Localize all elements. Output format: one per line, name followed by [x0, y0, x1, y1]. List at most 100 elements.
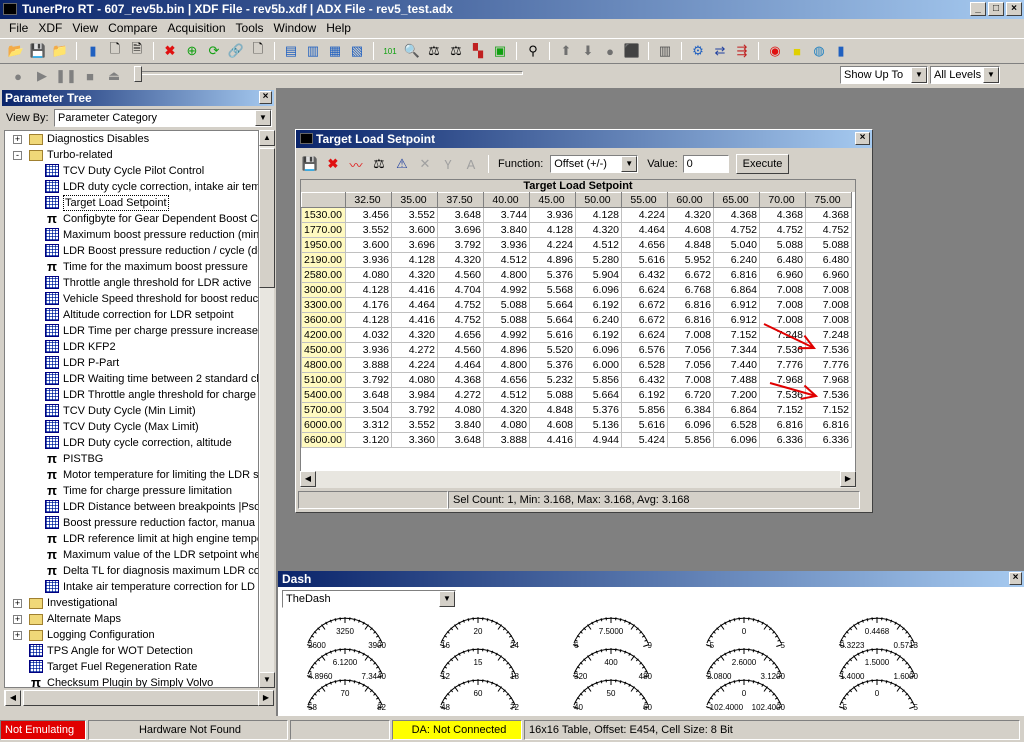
table-cell[interactable]: 4.608 [667, 222, 714, 238]
table-cell[interactable]: 3.888 [483, 432, 530, 448]
probe-icon[interactable]: ⚲ [523, 41, 543, 61]
tree-item[interactable]: LDR Distance between breakpoints |Pso [5, 499, 258, 515]
table-cell[interactable]: 5.856 [667, 432, 714, 448]
table-cell[interactable]: 6.960 [759, 267, 806, 283]
add-icon[interactable]: ⊕ [182, 41, 202, 61]
tree-item[interactable]: TCV Duty Cycle Pilot Control [5, 163, 258, 179]
menu-help[interactable]: Help [321, 21, 356, 35]
table-cell[interactable]: 6.816 [713, 267, 760, 283]
menu-tools[interactable]: Tools [231, 21, 269, 35]
table-cell[interactable]: 5.280 [575, 252, 622, 268]
table-cell[interactable]: 3.552 [391, 417, 438, 433]
tree-item[interactable]: LDR Time per charge pressure increase l [5, 323, 258, 339]
row-header[interactable]: 4500.00 [301, 342, 346, 358]
tree-item[interactable]: LDR KFP2 [5, 339, 258, 355]
scroll-left-icon[interactable]: ◀ [5, 690, 21, 706]
restore-button[interactable]: □ [988, 2, 1004, 16]
minimize-button[interactable]: _ [970, 2, 986, 16]
tree-item[interactable]: TCV Duty Cycle (Min Limit) [5, 403, 258, 419]
table-cell[interactable]: 5.232 [529, 372, 576, 388]
table-cell[interactable]: 3.456 [345, 207, 392, 223]
table-cell[interactable]: 4.080 [437, 402, 484, 418]
tree-item[interactable]: π LDR reference limit at high engine temp… [5, 531, 258, 547]
chevron-down-icon[interactable]: ▼ [621, 156, 638, 172]
table-cell[interactable]: 4.224 [621, 207, 668, 223]
row-header[interactable]: 5700.00 [301, 402, 346, 418]
tree-item[interactable]: Intake air temperature correction for LD [5, 579, 258, 595]
menu-acquisition[interactable]: Acquisition [163, 21, 231, 35]
table-cell[interactable]: 4.896 [529, 252, 576, 268]
tree-item[interactable]: LDR Boost pressure reduction / cycle (de [5, 243, 258, 259]
record-icon[interactable]: ● [8, 66, 28, 86]
tree-item[interactable]: π Delta TL for diagnosis maximum LDR con [5, 563, 258, 579]
table-cell[interactable]: 6.816 [759, 417, 806, 433]
gauge-icon[interactable]: ◉ [765, 41, 785, 61]
tree-item[interactable]: Maximum boost pressure reduction (min [5, 227, 258, 243]
table-cell[interactable]: 6.672 [667, 267, 714, 283]
table-cell[interactable]: 4.416 [529, 432, 576, 448]
eject-icon[interactable]: ⏏ [104, 66, 124, 86]
table-cell[interactable]: 5.568 [529, 282, 576, 298]
table-cell[interactable]: 3.936 [483, 237, 530, 253]
table-cell[interactable]: 5.376 [529, 267, 576, 283]
column-header[interactable]: 65.00 [713, 192, 760, 208]
note-icon[interactable]: ■ [787, 41, 807, 61]
compare-scale-icon[interactable]: ⚖ [369, 154, 389, 174]
table-view-icon[interactable]: ▤ [281, 41, 301, 61]
dash-select[interactable]: TheDash ▼ [282, 590, 456, 608]
table-cell[interactable]: 4.464 [621, 222, 668, 238]
bar-chart-icon[interactable]: ▮ [831, 41, 851, 61]
tree-item[interactable]: + Diagnostics Disables [5, 131, 258, 147]
table-cell[interactable]: 3.792 [437, 237, 484, 253]
tree-item[interactable]: + Investigational [5, 595, 258, 611]
table-cell[interactable]: 6.624 [621, 327, 668, 343]
table-cell[interactable]: 4.128 [345, 312, 392, 328]
arrow-up-icon[interactable]: ⬆ [556, 41, 576, 61]
table-cell[interactable]: 4.752 [437, 312, 484, 328]
tree-item[interactable]: Boost pressure reduction factor, manua [5, 515, 258, 531]
chevron-down-icon[interactable]: ▼ [911, 67, 927, 83]
column-header[interactable]: 60.00 [667, 192, 714, 208]
table-cell[interactable]: 7.008 [805, 297, 852, 313]
expand-icon[interactable]: + [13, 599, 22, 608]
memory-icon[interactable]: ▥ [655, 41, 675, 61]
row-header[interactable]: 6000.00 [301, 417, 346, 433]
tree-item[interactable]: TCV Duty Cycle (Max Limit) [5, 419, 258, 435]
table-cell[interactable]: 5.616 [529, 327, 576, 343]
table-cell[interactable]: 3.312 [345, 417, 392, 433]
chart-window-icon[interactable]: ▧ [347, 41, 367, 61]
scroll-thumb[interactable] [259, 148, 275, 288]
table-cell[interactable]: 4.848 [529, 402, 576, 418]
dash-gauge[interactable]: 60 48 72 [433, 675, 523, 715]
table-cell[interactable]: 7.008 [759, 282, 806, 298]
table-cell[interactable]: 4.896 [483, 342, 530, 358]
table-cell[interactable]: 6.192 [621, 387, 668, 403]
table-cell[interactable]: 5.088 [483, 297, 530, 313]
clear-icon[interactable]: ✕ [415, 154, 435, 174]
table-cell[interactable]: 3.936 [529, 207, 576, 223]
scroll-right-icon[interactable]: ▶ [840, 471, 856, 487]
triangle-icon[interactable]: ⚠ [392, 154, 412, 174]
dash-gauge[interactable]: 70 58 82 [300, 675, 390, 715]
table-cell[interactable]: 4.752 [437, 297, 484, 313]
row-header[interactable]: 5400.00 [301, 387, 346, 403]
save-icon[interactable]: 💾 [300, 154, 320, 174]
tree-item[interactable]: + Alternate Maps [5, 611, 258, 627]
table-cell[interactable]: 4.320 [667, 207, 714, 223]
tree-item[interactable]: π Time for the maximum boost pressure [5, 259, 258, 275]
table-cell[interactable]: 4.320 [483, 402, 530, 418]
new-document-icon[interactable]: 🗋 [105, 41, 125, 61]
open-xdf-icon[interactable]: 📁 [50, 41, 70, 61]
tree-item[interactable]: + Logging Configuration [5, 627, 258, 643]
table-cell[interactable]: 3.888 [345, 357, 392, 373]
chip-icon[interactable]: ⬛ [622, 41, 642, 61]
table-cell[interactable]: 6.432 [621, 267, 668, 283]
table-cell[interactable]: 6.096 [575, 342, 622, 358]
table-cell[interactable]: 4.032 [345, 327, 392, 343]
table-cell[interactable]: 3.648 [437, 432, 484, 448]
table-cell[interactable]: 6.192 [575, 297, 622, 313]
hscroll-thumb[interactable] [23, 690, 259, 706]
table-cell[interactable]: 4.464 [437, 357, 484, 373]
column-header[interactable]: 35.00 [391, 192, 438, 208]
table-cell[interactable]: 6.336 [759, 432, 806, 448]
